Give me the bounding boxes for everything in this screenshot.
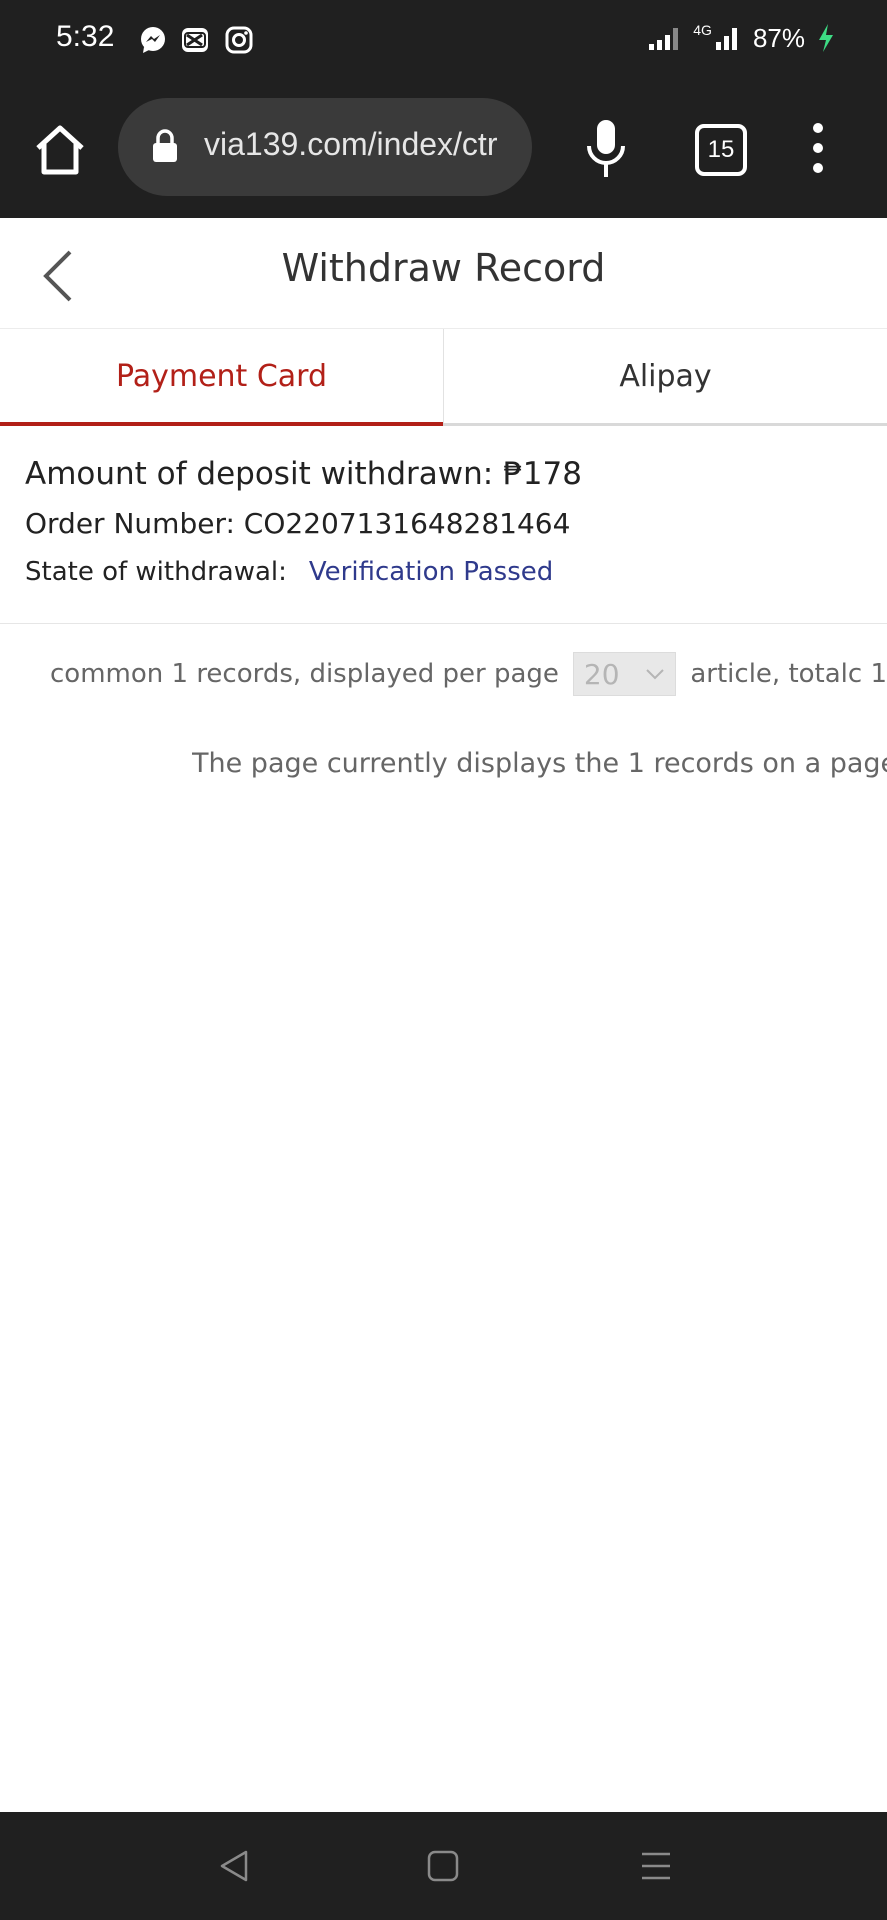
battery-level: 87% [752,22,805,53]
amount-value: ₱178 [503,456,582,492]
home-square-icon[interactable] [425,1848,461,1884]
order-label: Order Number: [25,507,235,540]
tab-label: Alipay [619,358,712,394]
state-row: State of withdrawal: Verification Passed [25,557,553,587]
chevron-down-icon [646,669,665,680]
mic-icon[interactable] [584,118,628,180]
order-row: Order Number: CO2207131648281464 [25,507,570,540]
signal-icon [649,28,679,50]
state-label: State of withdrawal: [25,557,287,587]
status-indicators: 4G 87% [647,20,835,56]
pagination-suffix: article, totalc 1 [690,659,887,689]
recents-menu-icon[interactable] [638,1848,674,1884]
page: 5:32 4G 87% via139.com/index/ctr 15 With… [0,0,887,1920]
charging-icon [819,24,833,52]
pagination-prefix: common 1 records, displayed per page [50,659,559,689]
back-triangle-icon[interactable] [216,1848,252,1884]
network-type: 4G [693,22,712,38]
url-bar[interactable]: via139.com/index/ctr [118,98,532,196]
messenger-icon [141,27,165,53]
tab-count: 15 [707,136,735,163]
lock-icon [153,129,177,162]
page-size-select[interactable]: 20 [572,652,677,696]
capcut-icon [182,28,208,52]
amount-row: Amount of deposit withdrawn: ₱178 [25,456,582,492]
status-time: 5:32 [56,20,115,53]
order-value: CO2207131648281464 [243,507,571,540]
tab-label: Payment Card [115,358,328,394]
status-bar: 5:32 4G 87% [0,0,887,78]
withdraw-type-tabs: Payment Card Alipay [0,328,887,426]
pagination-summary: The page currently displays the 1 record… [192,748,887,779]
tab-payment-card[interactable]: Payment Card [0,329,443,426]
lte-signal-icon: 4G [693,22,741,52]
page-size-value: 20 [583,657,620,691]
browser-toolbar: via139.com/index/ctr 15 [0,78,887,218]
system-nav-bar [0,1812,887,1920]
tab-alipay[interactable]: Alipay [443,329,887,423]
url-text: via139.com/index/ctr [204,126,498,162]
status-badge: Verification Passed [308,557,554,587]
pagination-bar: common 1 records, displayed per page 20 … [50,648,887,700]
instagram-icon [225,26,253,54]
home-icon[interactable] [30,120,90,180]
page-header: Withdraw Record [0,218,887,328]
tabs-icon[interactable]: 15 [695,124,747,176]
page-title: Withdraw Record [281,246,606,290]
chevron-left-icon[interactable] [38,248,78,304]
amount-label: Amount of deposit withdrawn: [25,456,494,492]
more-vertical-icon[interactable] [808,122,828,174]
withdraw-record-item: Amount of deposit withdrawn: ₱178 Order … [0,440,887,624]
